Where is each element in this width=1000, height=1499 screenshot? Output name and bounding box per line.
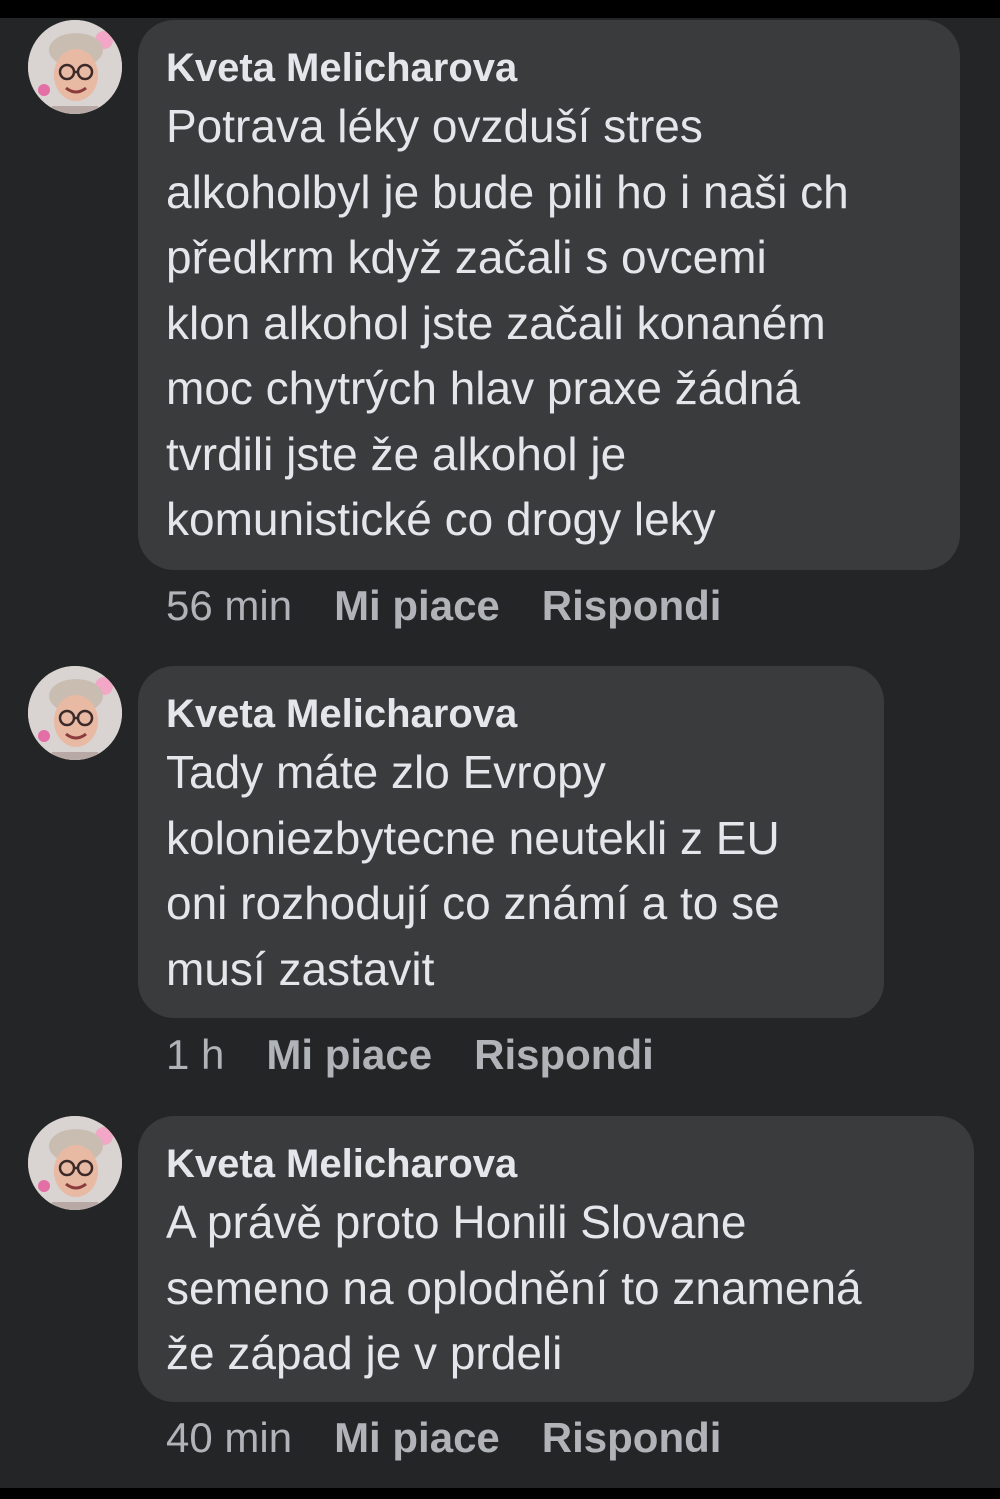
comment-bubble: Kveta Melicharova Potrava léky ovzduší s…: [138, 20, 960, 570]
comment-actions: 1 h Mi piace Rispondi: [166, 1029, 696, 1081]
comment-text-line: oni rozhodují co známí a to se: [166, 877, 780, 929]
comment-text-line: že západ je v prdeli: [166, 1327, 563, 1379]
comment-text-line: klon alkohol jste začali konaném: [166, 296, 826, 349]
comment-text-line: semeno na oplodnění to znamená: [166, 1261, 862, 1314]
comment-timestamp[interactable]: 1 h: [166, 1029, 224, 1081]
comment-timestamp[interactable]: 56 min: [166, 580, 292, 632]
avatar[interactable]: [28, 1116, 122, 1210]
comment-text-line: předkrm když začali s ovcemi: [166, 231, 767, 283]
comment-text-line: komunistické co drogy leky: [166, 493, 716, 545]
comment-text-line: koloniezbytecne neutekli z EU: [166, 811, 780, 864]
comment-actions: 40 min Mi piace Rispondi: [166, 1412, 763, 1464]
comment-actions: 56 min Mi piace Rispondi: [166, 580, 763, 632]
comment-text: Tady máte zlo Evropy koloniezbytecne neu…: [166, 740, 856, 1002]
comment-timestamp[interactable]: 40 min: [166, 1412, 292, 1464]
like-button[interactable]: Mi piace: [334, 580, 500, 632]
comments-screen: Kveta Melicharova Potrava léky ovzduší s…: [0, 18, 1000, 1488]
comment-bubble: Kveta Melicharova A právě proto Honili S…: [138, 1116, 974, 1402]
comment-text: A právě proto Honili Slovane semeno na o…: [166, 1190, 946, 1387]
profile-photo-icon: [28, 20, 122, 114]
avatar[interactable]: [28, 20, 122, 114]
reply-button[interactable]: Rispondi: [542, 1412, 722, 1464]
like-button[interactable]: Mi piace: [266, 1029, 432, 1081]
comment-bubble: Kveta Melicharova Tady máte zlo Evropy k…: [138, 666, 884, 1018]
comment-author[interactable]: Kveta Melicharova: [166, 688, 856, 740]
comment-text-line: Potrava léky ovzduší stres: [166, 100, 703, 152]
comment-text-line: A právě proto Honili Slovane: [166, 1196, 747, 1248]
comment-author[interactable]: Kveta Melicharova: [166, 1138, 946, 1190]
comment-text-line: Tady máte zlo Evropy: [166, 746, 606, 798]
comment-text-line: tvrdili jste že alkohol je: [166, 427, 627, 480]
avatar[interactable]: [28, 666, 122, 760]
like-button[interactable]: Mi piace: [334, 1412, 500, 1464]
comment-text-line: moc chytrých hlav praxe žádná: [166, 362, 801, 414]
comment-author[interactable]: Kveta Melicharova: [166, 42, 932, 94]
reply-button[interactable]: Rispondi: [474, 1029, 654, 1081]
profile-photo-icon: [28, 1116, 122, 1210]
profile-photo-icon: [28, 666, 122, 760]
comment-text-line: musí zastavit: [166, 942, 435, 995]
comment-text: Potrava léky ovzduší stres alkoholbyl je…: [166, 94, 932, 553]
reply-button[interactable]: Rispondi: [542, 580, 722, 632]
comment-text-line: alkoholbyl je bude pili ho i naši ch: [166, 165, 849, 218]
